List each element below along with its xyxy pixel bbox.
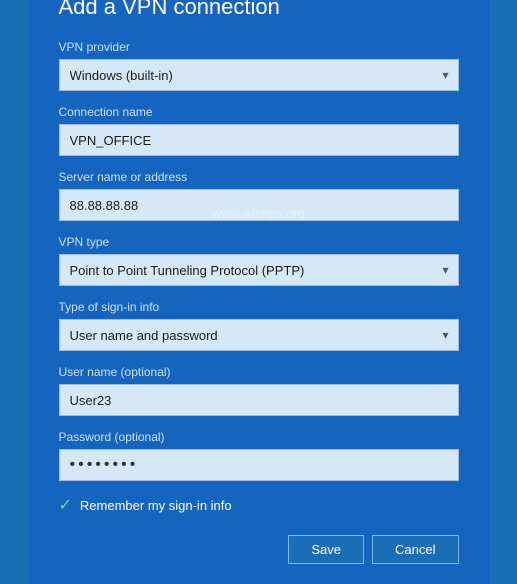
server-label: Server name or address bbox=[59, 170, 459, 184]
remember-row: ✓ Remember my sign-in info bbox=[59, 495, 459, 515]
vpn-provider-select-wrapper: Windows (built-in) ▾ bbox=[59, 59, 459, 91]
password-input[interactable] bbox=[59, 449, 459, 481]
add-vpn-dialog: Add a VPN connection VPN provider Window… bbox=[29, 0, 489, 584]
server-input[interactable] bbox=[59, 189, 459, 221]
sign-in-type-select[interactable]: User name and password bbox=[59, 319, 459, 351]
connection-name-label: Connection name bbox=[59, 105, 459, 119]
remember-label: Remember my sign-in info bbox=[80, 498, 232, 513]
username-group: User name (optional) bbox=[59, 365, 459, 416]
username-input[interactable] bbox=[59, 384, 459, 416]
remember-checkmark-icon: ✓ bbox=[59, 495, 72, 515]
vpn-provider-select[interactable]: Windows (built-in) bbox=[59, 59, 459, 91]
server-group: Server name or address bbox=[59, 170, 459, 221]
vpn-type-label: VPN type bbox=[59, 235, 459, 249]
vpn-provider-group: VPN provider Windows (built-in) ▾ bbox=[59, 40, 459, 91]
username-label: User name (optional) bbox=[59, 365, 459, 379]
connection-name-group: Connection name bbox=[59, 105, 459, 156]
sign-in-type-select-wrapper: User name and password ▾ bbox=[59, 319, 459, 351]
vpn-type-group: VPN type Point to Point Tunneling Protoc… bbox=[59, 235, 459, 286]
sign-in-type-group: Type of sign-in info User name and passw… bbox=[59, 300, 459, 351]
dialog-title: Add a VPN connection bbox=[59, 0, 459, 20]
password-group: Password (optional) bbox=[59, 430, 459, 481]
vpn-type-select-wrapper: Point to Point Tunneling Protocol (PPTP)… bbox=[59, 254, 459, 286]
sign-in-type-label: Type of sign-in info bbox=[59, 300, 459, 314]
password-label: Password (optional) bbox=[59, 430, 459, 444]
vpn-type-select[interactable]: Point to Point Tunneling Protocol (PPTP) bbox=[59, 254, 459, 286]
vpn-provider-label: VPN provider bbox=[59, 40, 459, 54]
connection-name-input[interactable] bbox=[59, 124, 459, 156]
